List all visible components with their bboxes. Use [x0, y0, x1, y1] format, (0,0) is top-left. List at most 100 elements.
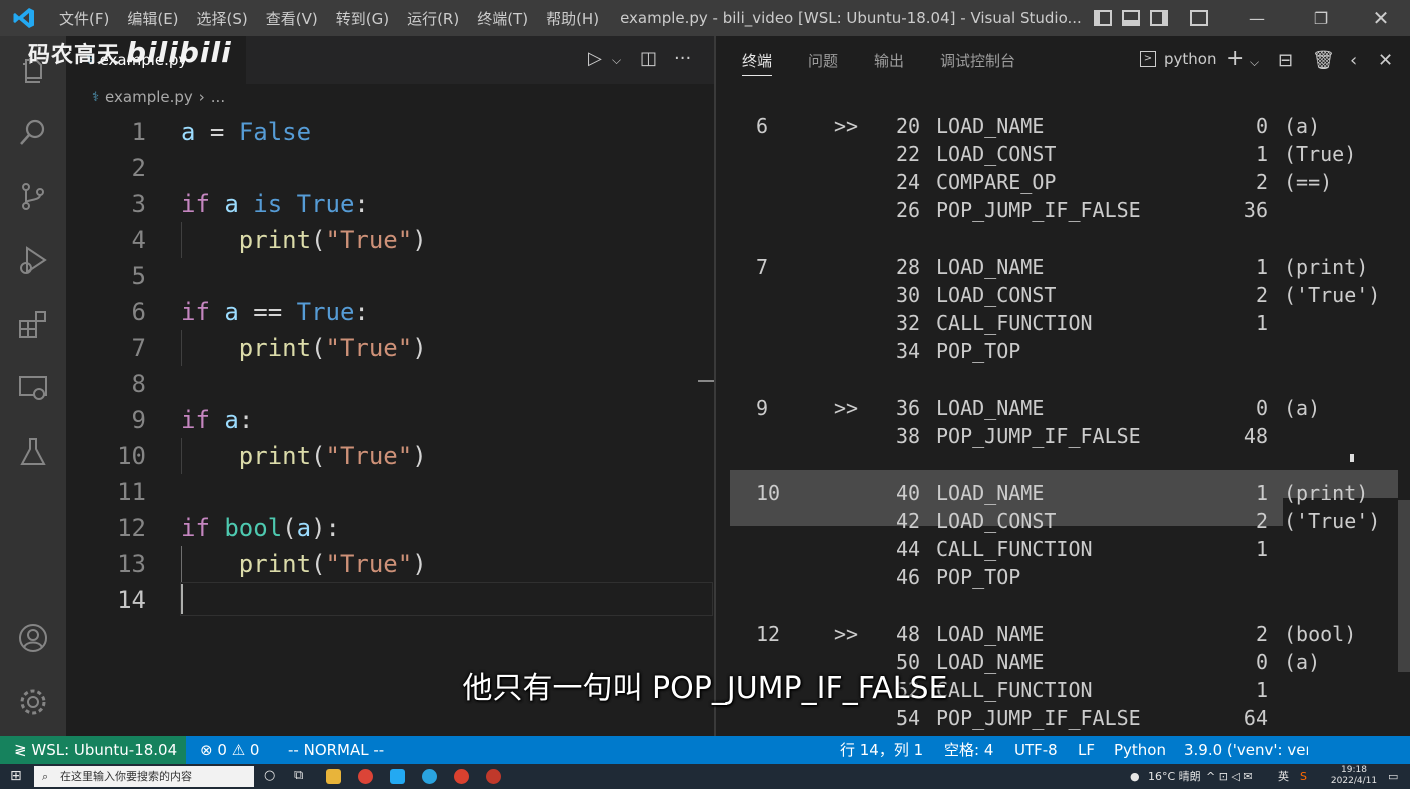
- search-icon[interactable]: [17, 116, 49, 148]
- line-number: 1: [131, 118, 146, 146]
- opcode-arg: 1: [1255, 481, 1268, 505]
- testing-icon[interactable]: [17, 436, 49, 468]
- terminal-line: 34 POP_TOP: [716, 337, 1410, 365]
- sogou-ime-icon[interactable]: S: [1300, 764, 1307, 789]
- telegram-icon[interactable]: [422, 769, 437, 784]
- opcode-name: POP_TOP: [936, 339, 1021, 363]
- tab-output[interactable]: 输出: [874, 36, 904, 86]
- indentation[interactable]: 空格: 4: [944, 736, 993, 764]
- bytecode-offset: 34: [896, 339, 921, 363]
- arg-annotation: (print): [1284, 255, 1369, 279]
- line-number: 4: [131, 226, 146, 254]
- menu-edit[interactable]: 编辑(E): [118, 8, 187, 29]
- weather-icon: ●: [1130, 770, 1140, 783]
- cursor-position[interactable]: 行 14，列 1: [840, 736, 923, 764]
- opcode-arg: 0: [1255, 114, 1268, 138]
- recorder-icon[interactable]: [486, 769, 501, 784]
- terminal-scrollbar-thumb[interactable]: [1398, 500, 1410, 672]
- terminal-shell-selector[interactable]: > python: [1140, 50, 1216, 68]
- accounts-icon[interactable]: [17, 622, 49, 654]
- new-terminal-plus-icon[interactable]: +: [1226, 46, 1244, 71]
- split-terminal-icon[interactable]: ⊟: [1278, 50, 1293, 71]
- remote-indicator[interactable]: ≷ WSL: Ubuntu-18.04: [0, 736, 186, 764]
- cortana-icon[interactable]: ○: [264, 768, 275, 783]
- end-of-line[interactable]: LF: [1078, 736, 1095, 764]
- terminal-dropdown-chevron-icon[interactable]: ⌵: [1250, 55, 1259, 70]
- clock[interactable]: 19:18 2022/4/11: [1326, 765, 1382, 787]
- run-python-file-icon[interactable]: ▷: [588, 48, 602, 69]
- breadcrumb-file[interactable]: example.py: [105, 88, 193, 106]
- tab-debug-console[interactable]: 调试控制台: [940, 36, 1015, 86]
- bytecode-offset: 22: [896, 142, 921, 166]
- terminal-line: 30 LOAD_CONST 2 ('True'): [716, 281, 1410, 309]
- toggle-secondary-sidebar-icon[interactable]: [1149, 10, 1168, 26]
- breadcrumb-more[interactable]: ...: [211, 88, 225, 106]
- notification-icon[interactable]: ▭: [1388, 764, 1398, 789]
- app-icon[interactable]: [454, 769, 469, 784]
- warning-count: 0: [249, 741, 260, 759]
- extensions-icon[interactable]: [17, 308, 49, 340]
- opcode-arg: 1: [1255, 255, 1268, 279]
- source-line-number: 6: [756, 114, 769, 138]
- source-control-icon[interactable]: [17, 180, 49, 212]
- code-line: 6 if a == True:: [66, 294, 714, 330]
- tab-problems[interactable]: 问题: [808, 36, 838, 86]
- menu-terminal[interactable]: 终端(T): [468, 8, 537, 29]
- remote-explorer-icon[interactable]: [17, 372, 49, 404]
- split-editor-icon[interactable]: ◫: [640, 48, 657, 69]
- taskbar-search-input[interactable]: ⌕ 在这里输入你要搜索的内容: [34, 766, 254, 787]
- toggle-sidebar-icon[interactable]: [1093, 10, 1112, 26]
- python-interpreter[interactable]: 3.9.0 ('venv': venv): [1184, 736, 1308, 764]
- chrome-icon[interactable]: [358, 769, 373, 784]
- terminal-line: 32 CALL_FUNCTION 1: [716, 309, 1410, 337]
- menu-go[interactable]: 转到(G): [327, 8, 398, 29]
- remote-label: WSL: Ubuntu-18.04: [31, 741, 178, 759]
- task-view-icon[interactable]: ⧉: [294, 768, 303, 783]
- opcode-name: POP_JUMP_IF_FALSE: [936, 706, 1141, 730]
- code-line: 4 print("True"): [66, 222, 714, 258]
- weather-text[interactable]: 16°C 晴朗: [1148, 764, 1201, 789]
- terminal-output[interactable]: 6 >> 20 LOAD_NAME 0 (a) 22 LOAD_CONST 1 (True) 24 C…: [716, 112, 1410, 732]
- menu-selection[interactable]: 选择(S): [188, 8, 257, 29]
- opcode-arg: 64: [1243, 706, 1268, 730]
- problems-status[interactable]: ⊗ 0 ⚠ 0: [200, 736, 259, 764]
- menu-help[interactable]: 帮助(H): [537, 8, 608, 29]
- minimize-button[interactable]: —: [1234, 0, 1280, 36]
- opcode-arg: 1: [1255, 311, 1268, 335]
- video-subtitle: 他只有一句叫 POP_JUMP_IF_FALSE: [462, 671, 948, 706]
- warning-icon: ⚠: [231, 741, 246, 759]
- tab-terminal[interactable]: 终端: [742, 36, 773, 86]
- panel-tab-bar: 终端 问题 输出 调试控制台: [716, 36, 1410, 86]
- run-dropdown-chevron-icon[interactable]: ⌵: [612, 53, 621, 68]
- menu-file[interactable]: 文件(F): [50, 8, 118, 29]
- chevron-left-icon[interactable]: ‹: [1350, 50, 1357, 71]
- line-number: 6: [131, 298, 146, 326]
- windows-taskbar: ⊞ ⌕ 在这里输入你要搜索的内容 ○ ⧉ ● 16°C 晴朗 ^ ⊡ ◁ ✉ 英…: [0, 764, 1410, 789]
- layout-controls: [1093, 10, 1208, 26]
- menu-run[interactable]: 运行(R): [398, 8, 468, 29]
- tray-icons[interactable]: ^ ⊡ ◁ ✉: [1206, 764, 1253, 789]
- encoding[interactable]: UTF-8: [1014, 736, 1058, 764]
- opcode-name: LOAD_CONST: [936, 283, 1057, 307]
- ime-indicator[interactable]: 英: [1278, 764, 1289, 789]
- opcode-name: CALL_FUNCTION: [936, 311, 1093, 335]
- opcode-name: LOAD_CONST: [936, 509, 1057, 533]
- windows-start-icon[interactable]: ⊞: [10, 768, 22, 784]
- opcode-name: LOAD_NAME: [936, 255, 1045, 279]
- close-button[interactable]: ✕: [1358, 0, 1404, 36]
- close-panel-icon[interactable]: ✕: [1378, 50, 1393, 71]
- menu-view[interactable]: 查看(V): [257, 8, 327, 29]
- vscode-taskbar-icon[interactable]: [390, 769, 405, 784]
- more-actions-icon[interactable]: ···: [674, 48, 691, 69]
- code-line: 12 if bool(a):: [66, 510, 714, 546]
- run-debug-icon[interactable]: [17, 244, 49, 276]
- file-explorer-icon[interactable]: [326, 769, 341, 784]
- toggle-panel-icon[interactable]: [1121, 10, 1140, 26]
- bytecode-offset: 20: [896, 114, 921, 138]
- trash-icon[interactable]: 🗑: [1312, 50, 1335, 71]
- language-mode[interactable]: Python: [1114, 736, 1166, 764]
- customize-layout-icon[interactable]: [1189, 10, 1208, 26]
- line-number: 3: [131, 190, 146, 218]
- source-line-number: 9: [756, 396, 769, 420]
- restore-button[interactable]: ❐: [1298, 0, 1344, 36]
